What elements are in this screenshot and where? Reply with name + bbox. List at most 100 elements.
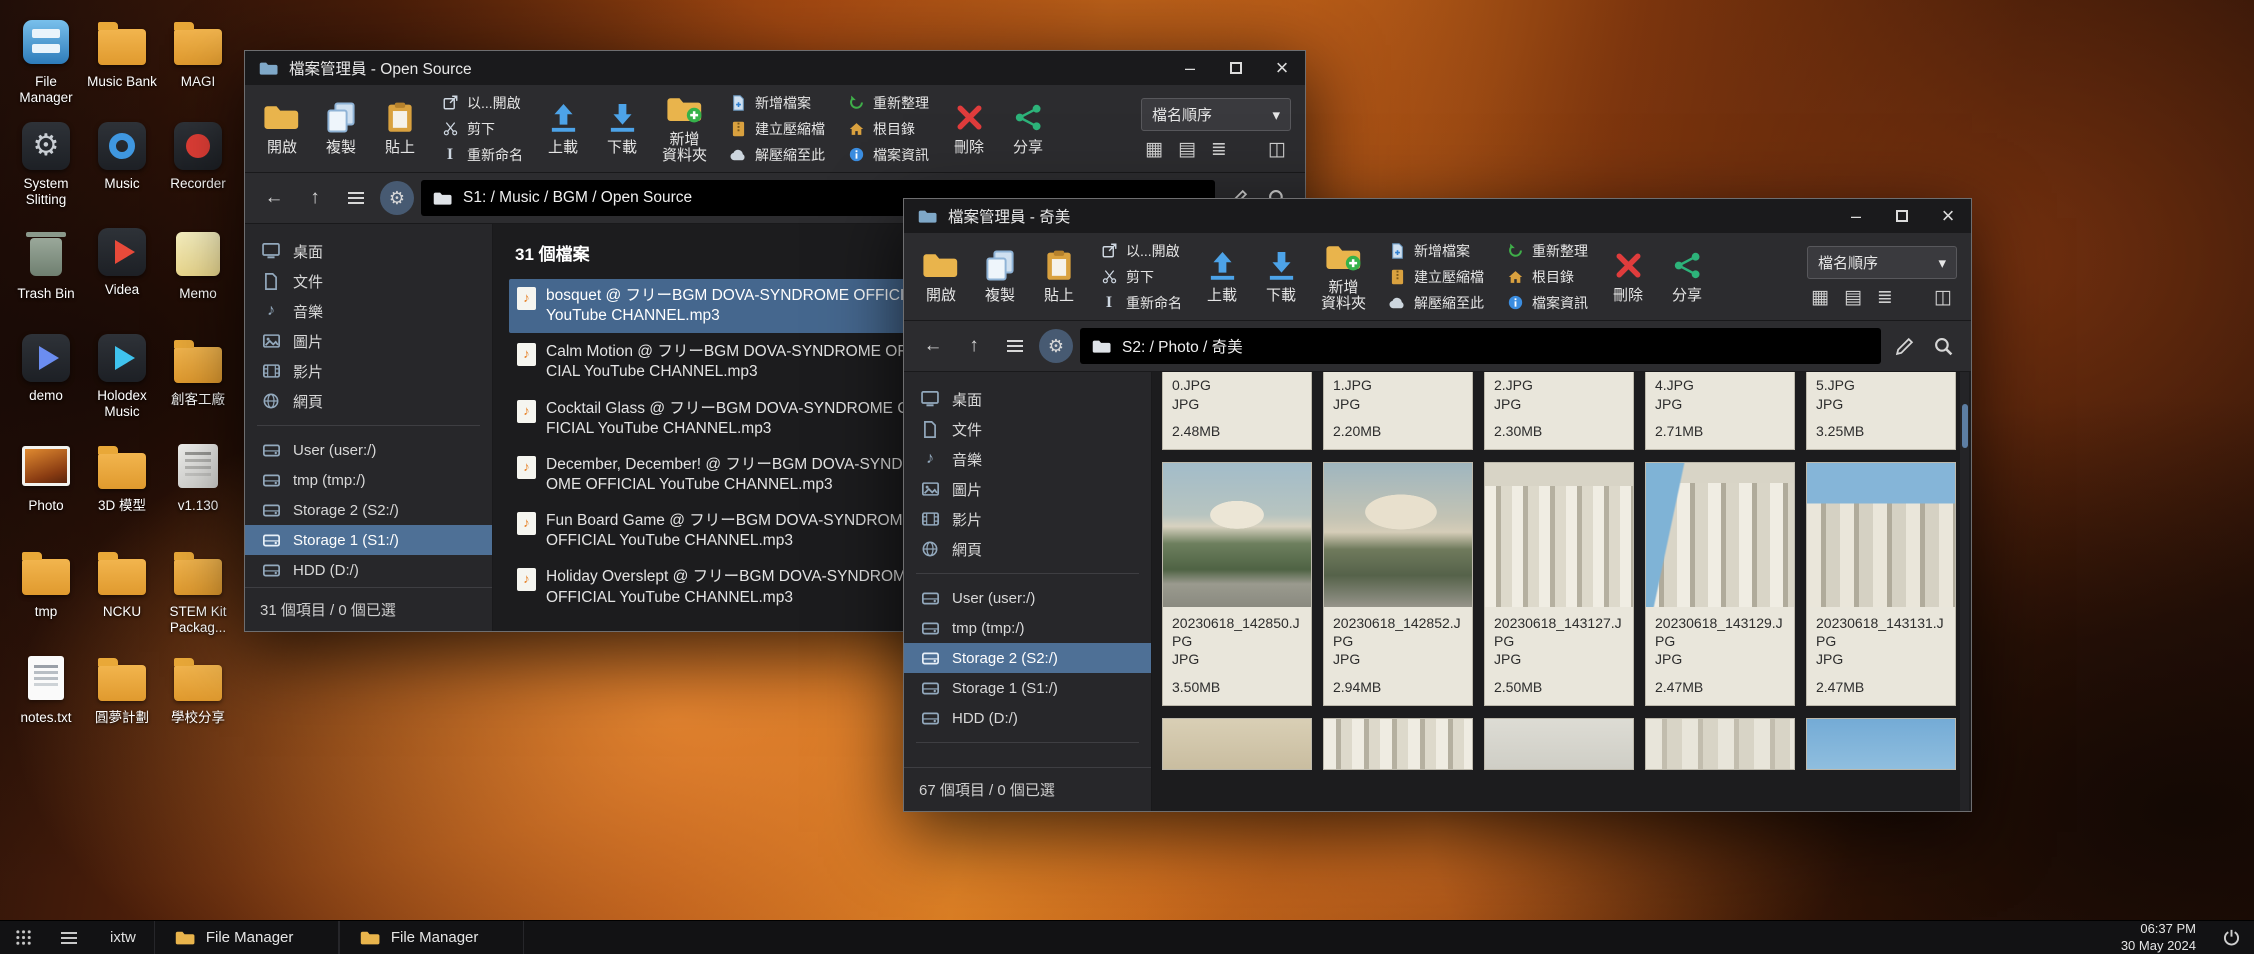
rename-button[interactable]: I重新命名 (436, 144, 527, 166)
delete-button[interactable]: 刪除 (1605, 245, 1651, 309)
file-card[interactable]: 2.JPGJPG2.30MB (1484, 372, 1634, 450)
extract-here-button[interactable]: 解壓縮至此 (724, 144, 829, 166)
desktop-icon-demo[interactable]: demo (8, 334, 84, 440)
power-button[interactable] (2208, 921, 2254, 954)
sidebar-item-videos[interactable]: 影片 (904, 504, 1151, 534)
desktop-icon-stem-kit[interactable]: STEM Kit Packag... (160, 546, 236, 652)
copy-button[interactable]: 複製 (318, 97, 364, 161)
file-card[interactable]: 1.JPGJPG2.20MB (1323, 372, 1473, 450)
desktop-icon-recorder[interactable]: Recorder (160, 122, 236, 228)
sidebar-item-documents[interactable]: 文件 (245, 266, 492, 296)
back-button[interactable]: ← (916, 329, 950, 363)
close-button[interactable]: × (1259, 51, 1305, 85)
file-card[interactable]: 20230618_142852.JPGJPG2.94MB (1323, 462, 1473, 706)
maximize-button[interactable] (1879, 199, 1925, 233)
maximize-button[interactable] (1213, 51, 1259, 85)
desktop-icon-memo[interactable]: Memo (160, 228, 236, 334)
desktop-icon-tmp[interactable]: tmp (8, 546, 84, 652)
view-columns-button[interactable]: ◫ (1268, 140, 1286, 159)
sidebar-item-storage-2[interactable]: Storage 2 (S2:/) (245, 495, 492, 525)
paste-button[interactable]: 貼上 (377, 97, 423, 161)
root-dir-button[interactable]: 根目錄 (1501, 266, 1592, 288)
download-button[interactable]: 下載 (1258, 245, 1304, 309)
file-card[interactable] (1484, 718, 1634, 770)
view-compact-button[interactable]: ≣ (1877, 288, 1893, 307)
file-card[interactable]: 0.JPGJPG2.48MB (1162, 372, 1312, 450)
desktop-icon-dream-plan[interactable]: 圓夢計劃 (84, 652, 160, 758)
desktop-icon-maker-factory[interactable]: 創客工廠 (160, 334, 236, 440)
view-grid-button[interactable]: ▦ (1145, 140, 1163, 159)
file-info-button[interactable]: 檔案資訊 (1501, 292, 1592, 314)
create-archive-button[interactable]: 建立壓縮檔 (1383, 266, 1488, 288)
desktop-icon-notes-txt[interactable]: notes.txt (8, 652, 84, 758)
path-field[interactable]: S2: / Photo / 奇美 (1080, 328, 1881, 364)
sidebar-item-user-drive[interactable]: User (user:/) (245, 435, 492, 465)
open-with-button[interactable]: 以...開啟 (436, 92, 527, 114)
sidebar-item-pictures[interactable]: 圖片 (904, 474, 1151, 504)
view-list-button[interactable]: ▤ (1178, 140, 1196, 159)
sort-order-dropdown[interactable]: 檔名順序▾ (1141, 98, 1291, 131)
close-button[interactable]: × (1925, 199, 1971, 233)
file-card[interactable]: 20230618_143129.JPGJPG2.47MB (1645, 462, 1795, 706)
desktop-icon-photo[interactable]: Photo (8, 440, 84, 546)
title-bar[interactable]: 檔案管理員 - 奇美 – × (904, 199, 1971, 233)
file-card[interactable]: 5.JPGJPG3.25MB (1806, 372, 1956, 450)
back-button[interactable]: ← (257, 181, 291, 215)
share-button[interactable]: 分享 (1664, 245, 1710, 309)
view-grid-button[interactable]: ▦ (1811, 288, 1829, 307)
create-archive-button[interactable]: 建立壓縮檔 (724, 118, 829, 140)
sidebar-item-storage-1[interactable]: Storage 1 (S1:/) (904, 673, 1151, 703)
paste-button[interactable]: 貼上 (1036, 245, 1082, 309)
scrollbar[interactable] (1960, 372, 1969, 811)
file-info-button[interactable]: 檔案資訊 (842, 144, 933, 166)
sidebar-item-hdd[interactable]: HDD (D:/) (245, 555, 492, 585)
sidebar-item-tmp-drive[interactable]: tmp (tmp:/) (245, 465, 492, 495)
sidebar-item-web[interactable]: 網頁 (904, 534, 1151, 564)
sidebar-item-videos[interactable]: 影片 (245, 356, 492, 386)
new-file-button[interactable]: 新增檔案 (724, 92, 829, 114)
file-card[interactable]: 20230618_142850.JPGJPG3.50MB (1162, 462, 1312, 706)
root-dir-button[interactable]: 根目錄 (842, 118, 933, 140)
sort-order-dropdown[interactable]: 檔名順序▾ (1807, 246, 1957, 279)
file-card[interactable] (1162, 718, 1312, 770)
sidebar-item-web[interactable]: 網頁 (245, 386, 492, 416)
file-item[interactable]: ♪Cocktail Glass @ フリーBGM DOVA-SYNDROME O… (509, 392, 941, 446)
up-button[interactable]: ↑ (957, 329, 991, 363)
file-card[interactable]: 20230618_143131.JPGJPG2.47MB (1806, 462, 1956, 706)
file-item[interactable]: ♪bosquet @ フリーBGM DOVA-SYNDROME OFFICIAL… (509, 279, 941, 333)
upload-button[interactable]: 上載 (1199, 245, 1245, 309)
settings-button[interactable]: ⚙ (1039, 329, 1073, 363)
file-card[interactable] (1806, 718, 1956, 770)
file-card[interactable] (1645, 718, 1795, 770)
open-button[interactable]: 開啟 (259, 97, 305, 161)
sidebar-item-hdd[interactable]: HDD (D:/) (904, 703, 1151, 733)
cut-button[interactable]: 剪下 (436, 118, 527, 140)
sidebar-item-user-drive[interactable]: User (user:/) (904, 583, 1151, 613)
file-card[interactable] (1323, 718, 1473, 770)
file-item[interactable]: ♪Calm Motion @ フリーBGM DOVA-SYNDROME OFFI… (509, 335, 941, 389)
file-item[interactable]: ♪Fun Board Game @ フリーBGM DOVA-SYNDROME O… (509, 504, 941, 558)
desktop-icon-trash-bin[interactable]: Trash Bin (8, 228, 84, 334)
edit-path-button[interactable] (1888, 337, 1920, 356)
share-button[interactable]: 分享 (1005, 97, 1051, 161)
file-card[interactable]: 20230618_143127.JPGJPG2.50MB (1484, 462, 1634, 706)
menu-button[interactable] (998, 329, 1032, 363)
scrollbar-thumb[interactable] (1962, 404, 1968, 448)
view-list-button[interactable]: ▤ (1844, 288, 1862, 307)
extract-here-button[interactable]: 解壓縮至此 (1383, 292, 1488, 314)
view-columns-button[interactable]: ◫ (1934, 288, 1952, 307)
title-bar[interactable]: 檔案管理員 - Open Source – × (245, 51, 1305, 85)
up-button[interactable]: ↑ (298, 181, 332, 215)
download-button[interactable]: 下載 (599, 97, 645, 161)
copy-button[interactable]: 複製 (977, 245, 1023, 309)
new-folder-button[interactable]: 新增資料夾 (658, 89, 711, 169)
desktop-icon-holodex-music[interactable]: Holodex Music (84, 334, 160, 440)
open-button[interactable]: 開啟 (918, 245, 964, 309)
desktop-icon-music[interactable]: Music (84, 122, 160, 228)
taskbar-item-file-manager-1[interactable]: File Manager (154, 921, 339, 954)
search-button[interactable] (1927, 337, 1959, 356)
desktop-icon-music-bank[interactable]: Music Bank (84, 16, 160, 122)
rename-button[interactable]: I重新命名 (1095, 292, 1186, 314)
desktop-icon-file-manager[interactable]: File Manager (8, 16, 84, 122)
sidebar-item-music[interactable]: ♪音樂 (245, 296, 492, 326)
